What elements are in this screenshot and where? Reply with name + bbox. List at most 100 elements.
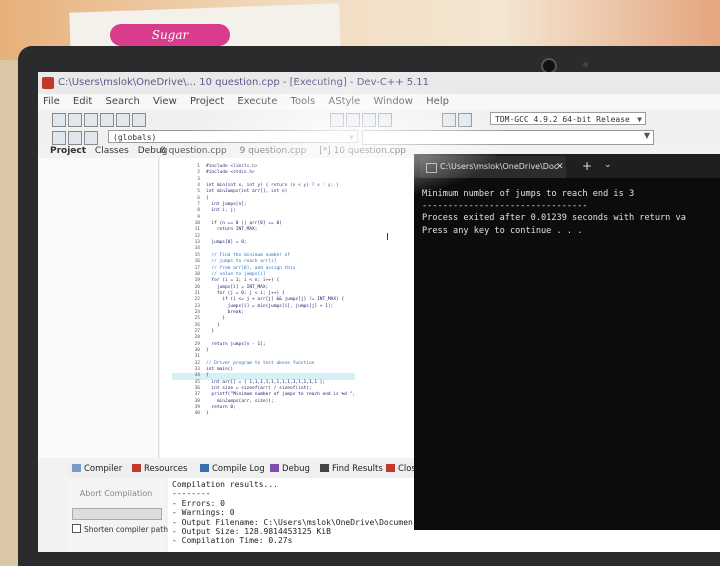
abort-compilation-button[interactable]: Abort Compilation xyxy=(72,486,160,502)
shorten-paths-checkbox[interactable] xyxy=(72,524,81,533)
secondary-toolbar: (globals) ▼ ▼ xyxy=(38,128,720,146)
code-line-text: #include <stdio.h> xyxy=(206,170,255,176)
console-tab[interactable]: C:\Users\mslok\OneDrive\Doc ✕ xyxy=(420,156,566,178)
print-icon[interactable] xyxy=(132,113,146,127)
code-line-text: for (j = 0; j < i; j++) { xyxy=(206,290,285,296)
code-line-text: } xyxy=(206,328,215,334)
tab-resources[interactable]: Resources xyxy=(132,464,187,474)
tab-classes[interactable]: Classes xyxy=(95,146,129,156)
tab-compile-log[interactable]: Compile Log xyxy=(200,464,265,474)
code-line-text: } xyxy=(206,411,209,417)
menu-execute[interactable]: Execute xyxy=(232,94,282,109)
tab-compiler-label: Compiler xyxy=(84,464,123,474)
window-title: C:\Users\mslok\OneDrive\... 10 question.… xyxy=(58,77,430,88)
code-line-text: // value to jumps[i] xyxy=(206,271,266,277)
tab-project[interactable]: Project xyxy=(50,146,86,156)
code-line-text: } xyxy=(206,347,209,353)
members-select[interactable]: ▼ xyxy=(362,130,654,145)
project-panel[interactable] xyxy=(38,158,159,458)
run-icon[interactable] xyxy=(346,113,360,127)
code-line-text: // jumps to reach arr[i] xyxy=(206,259,277,265)
code-line-text: return jumps[n - 1]; xyxy=(206,341,266,347)
text-cursor-icon: I xyxy=(386,232,389,243)
code-line-text: // Driver program to test above function xyxy=(206,360,315,366)
compile-progress-bar xyxy=(72,508,162,520)
menu-project[interactable]: Project xyxy=(185,94,229,109)
code-line-text: } xyxy=(206,316,225,322)
open-file-icon[interactable] xyxy=(68,113,82,127)
terminal-icon xyxy=(426,163,437,173)
tab-compile-log-label: Compile Log xyxy=(212,464,265,474)
compiler-options-panel: Abort Compilation Shorten compiler paths xyxy=(68,478,172,552)
shorten-paths-label: Shorten compiler paths xyxy=(84,525,172,534)
main-toolbar: TDM-GCC 4.9.2 64-bit Release ▼ xyxy=(38,110,720,128)
compile-icon[interactable] xyxy=(330,113,344,127)
profile-icon[interactable] xyxy=(458,113,472,127)
code-line-text: int minJumps(int arr[], int n) xyxy=(206,189,288,195)
menu-file[interactable]: File xyxy=(38,94,65,109)
code-line-text: printf("Minimum number of jumps to reach… xyxy=(206,392,356,398)
menu-edit[interactable]: Edit xyxy=(68,94,97,109)
code-text: 1 #include <limits.h> 2 #include <stdio.h> 3… xyxy=(172,164,356,418)
debug-icon[interactable] xyxy=(442,113,456,127)
tab-compiler[interactable]: Compiler xyxy=(72,464,122,474)
menu-help[interactable]: Help xyxy=(421,94,454,109)
tab-debug-bottom[interactable]: Debug xyxy=(270,464,310,474)
rebuild-icon[interactable] xyxy=(378,113,392,127)
console-window: C:\Users\mslok\OneDrive\Doc ✕ + ⌄ Minimu… xyxy=(414,154,720,530)
close-file-icon[interactable] xyxy=(116,113,130,127)
console-line: -------------------------------- xyxy=(422,201,588,212)
line-number: 40 xyxy=(194,411,200,417)
tab-file-10[interactable]: [*] 10 question.cpp xyxy=(319,146,406,156)
globals-select-value: (globals) xyxy=(113,133,157,142)
compiler-select[interactable]: TDM-GCC 4.9.2 64-bit Release ▼ xyxy=(490,112,646,125)
console-tab-title: C:\Users\mslok\OneDrive\Doc xyxy=(440,162,559,171)
laptop-screen: C:\Users\mslok\OneDrive\... 10 question.… xyxy=(38,72,720,552)
tab-find-results[interactable]: Find Results xyxy=(320,464,383,474)
shorten-paths-option[interactable]: Shorten compiler paths xyxy=(72,524,172,534)
devcpp-app-icon xyxy=(42,77,54,89)
code-line-text: if (i <= j + arr[j] && jumps[j] != INT_M… xyxy=(206,297,345,303)
new-tab-icon[interactable]: + xyxy=(582,159,592,173)
menu-view[interactable]: View xyxy=(148,94,182,109)
toggle-icon[interactable] xyxy=(68,131,82,145)
menu-bar: File Edit Search View Project Execute To… xyxy=(38,94,720,110)
menu-window[interactable]: Window xyxy=(369,94,418,109)
chevron-down-icon: ▼ xyxy=(349,133,354,142)
new-file-icon[interactable] xyxy=(52,113,66,127)
code-line-text: int min(int x, int y) { return (x < y) ?… xyxy=(206,183,339,189)
tab-debug-label: Debug xyxy=(282,464,310,474)
console-output: Minimum number of jumps to reach end is … xyxy=(422,188,686,237)
menu-tools[interactable]: Tools xyxy=(286,94,321,109)
insert-icon[interactable] xyxy=(52,131,66,145)
code-line-text: } xyxy=(206,322,220,328)
debug-check-icon xyxy=(270,464,279,472)
compiler-select-value: TDM-GCC 4.9.2 64-bit Release xyxy=(495,115,630,124)
code-line-text: break; xyxy=(206,309,244,315)
save-icon[interactable] xyxy=(84,113,98,127)
tab-find-results-label: Find Results xyxy=(332,464,383,474)
code-line-text: // Find the minimum number of xyxy=(206,252,290,258)
menu-astyle[interactable]: AStyle xyxy=(323,94,365,109)
code-editor[interactable]: 1 #include <limits.h> 2 #include <stdio.h> 3… xyxy=(160,158,420,458)
console-tab-bar: C:\Users\mslok\OneDrive\Doc ✕ + ⌄ xyxy=(414,154,720,178)
compile-run-icon[interactable] xyxy=(362,113,376,127)
globals-select[interactable]: (globals) ▼ xyxy=(108,130,358,143)
close-icon xyxy=(386,464,395,472)
console-line: Process exited after 0.01239 seconds wit… xyxy=(422,213,686,224)
code-line-text: int i, j; xyxy=(206,208,236,214)
code-line: 40} xyxy=(172,411,355,417)
chevron-down-icon: ▼ xyxy=(643,131,650,140)
code-line-text: // from arr[0], and assign this xyxy=(206,265,296,271)
code-line-text: jumps[i] = min(jumps[i], jumps[j] + 1); xyxy=(206,303,334,309)
close-icon[interactable]: ✕ xyxy=(556,156,564,178)
goto-icon[interactable] xyxy=(84,131,98,145)
tab-file-8[interactable]: 8 question.cpp xyxy=(160,146,227,156)
window-titlebar: C:\Users\mslok\OneDrive\... 10 question.… xyxy=(38,72,720,94)
chevron-down-icon[interactable]: ⌄ xyxy=(604,160,612,170)
menu-search[interactable]: Search xyxy=(100,94,144,109)
save-all-icon[interactable] xyxy=(100,113,114,127)
tab-file-9[interactable]: 9 question.cpp xyxy=(240,146,307,156)
code-line-text: minJumps(arr, size)); xyxy=(206,398,274,404)
code-line-text: int main() xyxy=(206,367,234,372)
